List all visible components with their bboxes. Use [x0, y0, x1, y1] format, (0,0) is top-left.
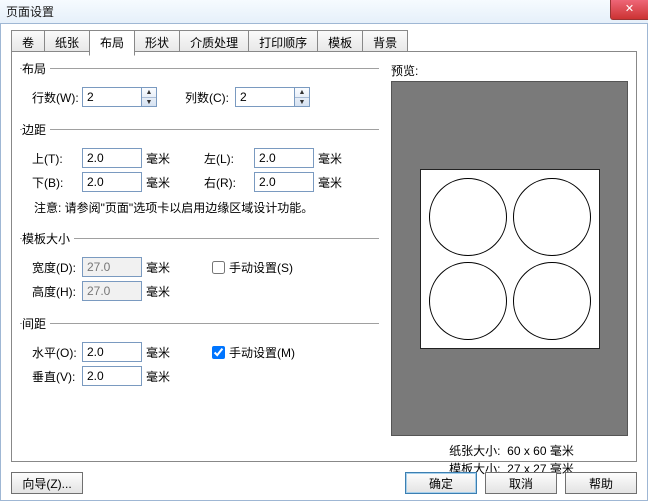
spacing-h-unit: 毫米 [142, 344, 176, 361]
spacing-v-unit: 毫米 [142, 368, 176, 385]
template-width-label: 宽度(D): [26, 259, 82, 276]
margin-bottom-input[interactable] [82, 172, 142, 192]
tab-page-layout: 布局 行数(W): ▲▼ 列数(C): ▲▼ 边距 上(T): 毫米 [11, 51, 637, 462]
ok-button[interactable]: 确定 [405, 472, 477, 494]
template-manual-input[interactable] [212, 261, 225, 274]
margin-left-label: 左(L): [198, 150, 254, 167]
cancel-button[interactable]: 取消 [485, 472, 557, 494]
wizard-button[interactable]: 向导(Z)... [11, 472, 83, 494]
preview-disc [429, 262, 507, 340]
spacing-h-label: 水平(O): [26, 344, 82, 361]
group-template-size: 模板大小 宽度(D): 毫米 手动设置(S) 高度(H): 毫米 [20, 230, 379, 307]
template-height-unit: 毫米 [142, 283, 176, 300]
close-button[interactable]: ✕ [610, 0, 648, 20]
paper-size-value: 60 x 60 毫米 [507, 444, 574, 458]
template-manual-checkbox[interactable]: 手动设置(S) [212, 259, 293, 276]
window-title: 页面设置 [6, 5, 54, 19]
template-manual-label: 手动设置(S) [229, 259, 293, 276]
preview-label: 预览: [391, 62, 636, 79]
preview-disc [429, 178, 507, 256]
paper-size-label: 纸张大小: [449, 444, 500, 458]
margin-left-input[interactable] [254, 148, 314, 168]
cols-label: 列数(C): [179, 89, 235, 106]
group-template-legend: 模板大小 [22, 230, 74, 247]
margin-right-label: 右(R): [198, 174, 254, 191]
template-height-label: 高度(H): [26, 283, 82, 300]
rows-spinner[interactable]: ▲▼ [142, 87, 157, 107]
template-width-unit: 毫米 [142, 259, 176, 276]
button-bar: 向导(Z)... 确定 取消 帮助 [11, 472, 637, 494]
client-area: 卷 纸张 布局 形状 介质处理 打印顺序 模板 背景 布局 行数(W): ▲▼ … [0, 24, 648, 501]
template-width-input [82, 257, 142, 277]
group-margins-legend: 边距 [22, 121, 50, 138]
spacing-h-input[interactable] [82, 342, 142, 362]
group-layout: 布局 行数(W): ▲▼ 列数(C): ▲▼ [20, 60, 379, 113]
rows-label: 行数(W): [26, 89, 82, 106]
margin-left-unit: 毫米 [314, 150, 348, 167]
spacing-v-label: 垂直(V): [26, 368, 82, 385]
margin-right-input[interactable] [254, 172, 314, 192]
rows-input[interactable] [82, 87, 142, 107]
tab-layout[interactable]: 布局 [89, 30, 135, 56]
group-margins: 边距 上(T): 毫米 左(L): 毫米 下(B): 毫米 右(R): [20, 121, 379, 222]
margin-bottom-label: 下(B): [26, 174, 82, 191]
preview-disc [513, 262, 591, 340]
spacing-manual-label: 手动设置(M) [229, 344, 295, 361]
preview-box [391, 81, 628, 436]
margin-top-label: 上(T): [26, 150, 82, 167]
preview-disc [513, 178, 591, 256]
margin-right-unit: 毫米 [314, 174, 348, 191]
template-height-input [82, 281, 142, 301]
group-spacing: 间距 水平(O): 毫米 手动设置(M) 垂直(V): 毫米 [20, 315, 379, 392]
cols-spinner[interactable]: ▲▼ [295, 87, 310, 107]
spacing-v-input[interactable] [82, 366, 142, 386]
margin-top-input[interactable] [82, 148, 142, 168]
margin-bottom-unit: 毫米 [142, 174, 176, 191]
spacing-manual-checkbox[interactable]: 手动设置(M) [212, 344, 295, 361]
group-layout-legend: 布局 [22, 60, 50, 77]
help-button[interactable]: 帮助 [565, 472, 637, 494]
cols-input[interactable] [235, 87, 295, 107]
spacing-manual-input[interactable] [212, 346, 225, 359]
preview-paper [420, 169, 600, 349]
group-spacing-legend: 间距 [22, 315, 50, 332]
margin-top-unit: 毫米 [142, 150, 176, 167]
window-titlebar: 页面设置 ✕ [0, 0, 648, 24]
margins-note: 注意: 请参阅"页面"选项卡以启用边缘区域设计功能。 [26, 196, 379, 220]
